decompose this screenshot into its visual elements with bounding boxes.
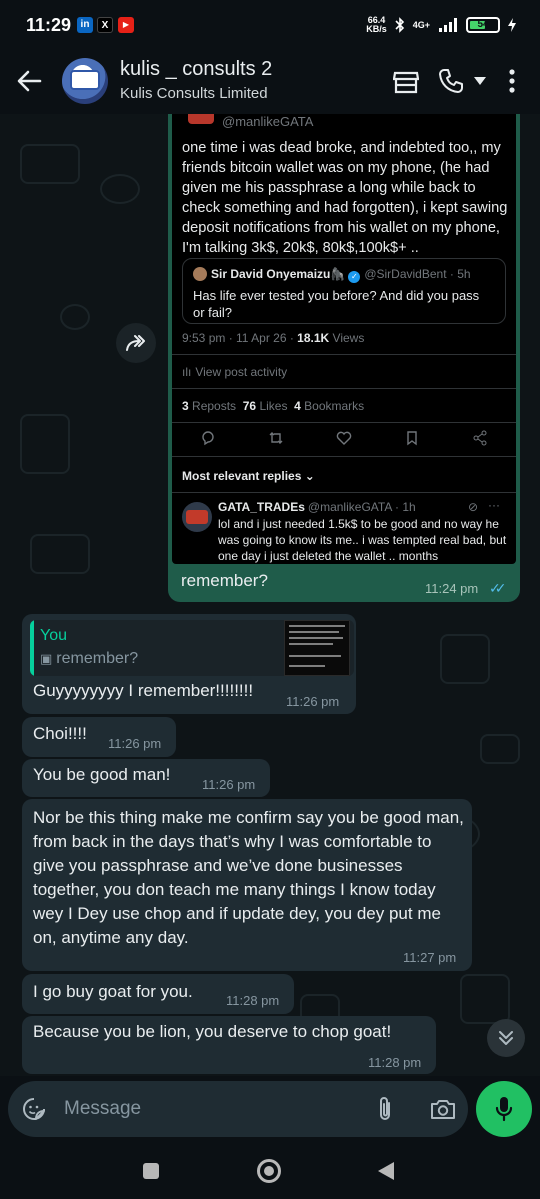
chat-subtitle[interactable]: Kulis Consults Limited <box>120 85 268 102</box>
chat-header: kulis _ consults 2 Kulis Consults Limite… <box>0 52 540 114</box>
tweet-author-avatar <box>188 114 214 124</box>
network-type: 4G+ <box>412 20 430 30</box>
reply-author: GATA_TRADEs @manlikeGATA · 1h <box>218 500 416 514</box>
tweet-stats: 3 Reposts 76 Likes 4 Bookmarks <box>182 399 365 413</box>
message-text: Nor be this thing make me confirm say yo… <box>33 808 464 947</box>
sticker-icon[interactable] <box>22 1097 46 1121</box>
message-text: I go buy goat for you. <box>33 982 193 1001</box>
double-chevron-down-icon <box>499 1031 513 1045</box>
message-text: Choi!!!! <box>33 724 87 743</box>
outgoing-time: 11:24 pm <box>425 581 479 596</box>
battery-icon: 54 <box>466 17 500 33</box>
home-button[interactable] <box>257 1159 281 1183</box>
message-composer[interactable]: Message <box>8 1081 468 1137</box>
call-icon[interactable] <box>438 68 464 94</box>
post-activity: ılı View post activity <box>182 365 288 379</box>
reply-preview-thumbnail <box>284 620 350 676</box>
net-speed: 66.4 KB/s <box>366 15 387 34</box>
message-time: 11:27 pm <box>403 950 457 965</box>
message-time: 11:28 pm <box>368 1055 422 1070</box>
message-time: 11:26 pm <box>286 694 340 709</box>
bookmark-icon <box>407 431 417 446</box>
message-time: 11:26 pm <box>108 736 162 751</box>
message-text: Guyyyyyyyy I remember!!!!!!!! <box>33 681 254 700</box>
read-ticks-icon: ✓✓ <box>489 580 507 596</box>
image-icon: ▣ <box>40 651 53 666</box>
message-text: Because you be lion, you deserve to chop… <box>33 1022 392 1041</box>
verified-badge-icon: ✓ <box>348 271 361 283</box>
outgoing-caption: remember? <box>181 571 268 590</box>
signal-icon <box>439 18 457 32</box>
message-time: 11:26 pm <box>202 777 256 792</box>
more-options-icon[interactable] <box>508 69 516 93</box>
back-arrow-icon[interactable] <box>16 70 42 92</box>
tweet-author-handle: @manlikeGATA <box>222 114 314 129</box>
replies-sort: Most relevant replies ⌄ <box>182 469 315 483</box>
system-navigation-bar <box>0 1140 540 1199</box>
status-time: 11:29 <box>26 15 72 35</box>
scroll-to-bottom-button[interactable] <box>487 1019 525 1057</box>
repost-icon <box>269 432 283 444</box>
microphone-icon <box>495 1097 513 1122</box>
chat-title[interactable]: kulis _ consults 2 <box>120 58 272 81</box>
reply-preview-author: You <box>40 627 67 644</box>
recents-button[interactable] <box>143 1163 159 1179</box>
reply-icon <box>202 431 214 446</box>
reply-text: lol and i just needed 1.5k$ to be good a… <box>218 517 507 563</box>
status-indicators: 66.4 KB/s 4G+ 54 <box>366 16 516 34</box>
chevron-down-icon[interactable] <box>474 77 486 85</box>
linkedin-icon: in <box>77 17 93 33</box>
grok-icon: ⊘ <box>468 500 479 514</box>
tweet-actions <box>172 430 516 452</box>
quote-author: Sir David Onyemaizu🦍 ✓ @SirDavidBent · 5h <box>211 267 471 283</box>
message-time: 11:28 pm <box>226 993 280 1008</box>
status-bar: 11:29 in X ▶ 66.4 KB/s 4G+ 54 <box>0 0 540 52</box>
like-icon <box>336 431 352 445</box>
shop-icon[interactable] <box>393 70 419 94</box>
group-avatar[interactable] <box>62 58 108 104</box>
message-input[interactable]: Message <box>64 1098 141 1120</box>
message-text: You be good man! <box>33 765 171 784</box>
tweet-meta: 9:53 pm · 11 Apr 26 · 18.1K Views <box>182 331 365 345</box>
bluetooth-icon <box>395 17 404 33</box>
tweet-screenshot[interactable]: @manlikeGATA one time i was dead broke, … <box>172 114 516 564</box>
quote-avatar <box>193 267 207 281</box>
x-icon: X <box>97 17 113 33</box>
attach-icon[interactable] <box>376 1096 394 1122</box>
reply-more-icon: ··· <box>488 498 500 512</box>
tweet-body: one time i was dead broke, and indebted … <box>182 140 508 256</box>
youtube-icon: ▶ <box>118 17 134 33</box>
share-icon <box>473 430 487 446</box>
reply-avatar <box>182 502 212 532</box>
camera-icon[interactable] <box>430 1098 456 1120</box>
quote-text: Has life ever tested you before? And did… <box>193 288 480 320</box>
back-button[interactable] <box>377 1161 395 1181</box>
reply-preview-text: ▣ remember? <box>40 650 139 667</box>
quoted-reply-preview[interactable]: You ▣ remember? <box>30 620 354 676</box>
forward-button[interactable] <box>116 323 156 363</box>
forward-icon <box>126 335 145 351</box>
quoted-tweet: Sir David Onyemaizu🦍 ✓ @SirDavidBent · 5h … <box>182 258 506 324</box>
voice-message-button[interactable] <box>476 1081 532 1137</box>
charging-icon <box>508 18 516 32</box>
